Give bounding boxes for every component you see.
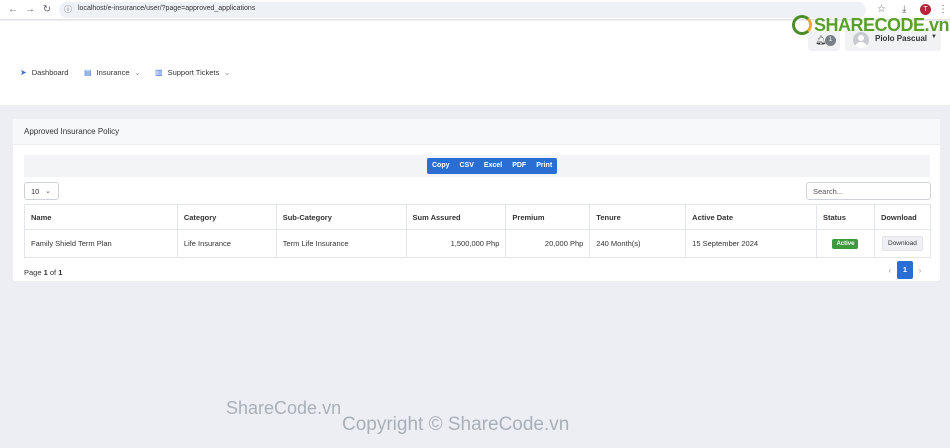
logo-suffix-text: .vn: [924, 15, 950, 35]
address-bar[interactable]: ⓘ localhost/e-insurance/user/?page=appro…: [59, 2, 866, 18]
page-button-current[interactable]: 1: [897, 261, 913, 279]
nav-item-label: Dashboard: [31, 68, 69, 77]
csv-button[interactable]: CSV: [455, 158, 479, 174]
nav-item-label: Insurance: [96, 68, 130, 77]
card-title: Approved Insurance Policy: [24, 127, 120, 136]
status-badge: Active: [832, 239, 859, 249]
card-header: Approved Insurance Policy: [13, 119, 940, 145]
export-button-group: Copy CSV Excel PDF Print: [427, 158, 558, 174]
column-header-download[interactable]: Download: [873, 204, 932, 230]
column-header-status[interactable]: Status: [816, 204, 875, 230]
next-page-icon[interactable]: ›: [913, 266, 927, 275]
download-button[interactable]: Download: [882, 236, 923, 251]
book-icon: ▤: [84, 68, 92, 77]
column-header-tenure[interactable]: Tenure: [589, 204, 687, 230]
chevron-down-icon: ⌄: [134, 69, 141, 77]
nav-item-label: Support Tickets: [167, 68, 220, 77]
current-page: 1: [43, 268, 48, 277]
document-icon: ▥: [155, 68, 163, 77]
logo-main-text: SHARECODE: [814, 15, 925, 35]
table-row: Family Shield Term Plan Life Insurance T…: [24, 229, 932, 258]
url-text: localhost/e-insurance/user/?page=approve…: [78, 5, 256, 12]
print-button[interactable]: Print: [531, 158, 557, 174]
column-header-active-date[interactable]: Active Date: [685, 204, 817, 230]
nav-item-insurance[interactable]: ▤ Insurance ⌄: [84, 68, 140, 77]
chevron-down-icon: ⌄: [45, 188, 51, 195]
column-header-sub-category[interactable]: Sub-Category: [275, 204, 407, 230]
reload-icon[interactable]: ↻: [40, 3, 54, 17]
sharecode-logo-mark: [792, 15, 812, 35]
search-input[interactable]: [806, 182, 931, 200]
column-header-premium[interactable]: Premium: [505, 204, 591, 230]
of-word: of: [49, 268, 57, 277]
page-info: Page 1 of 1: [24, 268, 62, 277]
page-length-select[interactable]: 10 ⌄: [24, 182, 59, 200]
export-toolbar: Copy CSV Excel PDF Print: [24, 155, 930, 177]
column-header-name[interactable]: Name: [24, 204, 178, 230]
column-header-sum-assured[interactable]: Sum Assured: [405, 204, 507, 230]
cell-active-date: 15 September 2024: [685, 229, 817, 258]
table-header-row: Name Category Sub-Category Sum Assured P…: [24, 204, 932, 230]
watermark-text: ShareCode.vn: [226, 398, 342, 418]
pdf-button[interactable]: PDF: [507, 158, 531, 174]
cell-sum-assured: 1,500,000 Php: [405, 229, 507, 258]
pagination: ‹ 1 ›: [883, 261, 927, 279]
paper-plane-icon: ➤: [20, 68, 27, 77]
page-word: Page: [24, 268, 42, 277]
approved-policy-card: Approved Insurance Policy Copy CSV Excel…: [13, 119, 940, 281]
excel-button[interactable]: Excel: [479, 158, 507, 174]
forward-icon[interactable]: →: [23, 3, 37, 17]
total-pages: 1: [58, 268, 63, 277]
notification-count-badge: 1: [825, 35, 836, 46]
site-info-icon[interactable]: ⓘ: [64, 4, 72, 15]
copyright-watermark: Copyright © ShareCode.vn: [342, 414, 570, 435]
browser-profile-avatar[interactable]: T: [920, 4, 931, 15]
back-icon[interactable]: ←: [6, 3, 20, 17]
chevron-down-icon: ⌄: [224, 69, 231, 77]
nav-item-dashboard[interactable]: ➤ Dashboard: [20, 68, 68, 77]
column-header-category[interactable]: Category: [176, 204, 277, 230]
policy-table: Name Category Sub-Category Sum Assured P…: [24, 204, 932, 258]
nav-item-support-tickets[interactable]: ▥ Support Tickets ⌄: [155, 68, 230, 77]
cell-category: Life Insurance: [176, 229, 277, 258]
cell-name: Family Shield Term Plan: [24, 229, 178, 258]
cell-download: Download: [873, 229, 932, 258]
cell-status: Active: [816, 229, 875, 258]
previous-page-icon[interactable]: ‹: [883, 266, 897, 275]
main-navigation: ➤ Dashboard ▤ Insurance ⌄ ▥ Support Tick…: [0, 57, 950, 105]
copy-button[interactable]: Copy: [427, 158, 455, 174]
cell-sub-category: Term Life Insurance: [275, 229, 407, 258]
cell-premium: 20,000 Php: [505, 229, 591, 258]
cell-tenure: 240 Month(s): [589, 229, 687, 258]
page-length-value: 10: [31, 187, 40, 196]
